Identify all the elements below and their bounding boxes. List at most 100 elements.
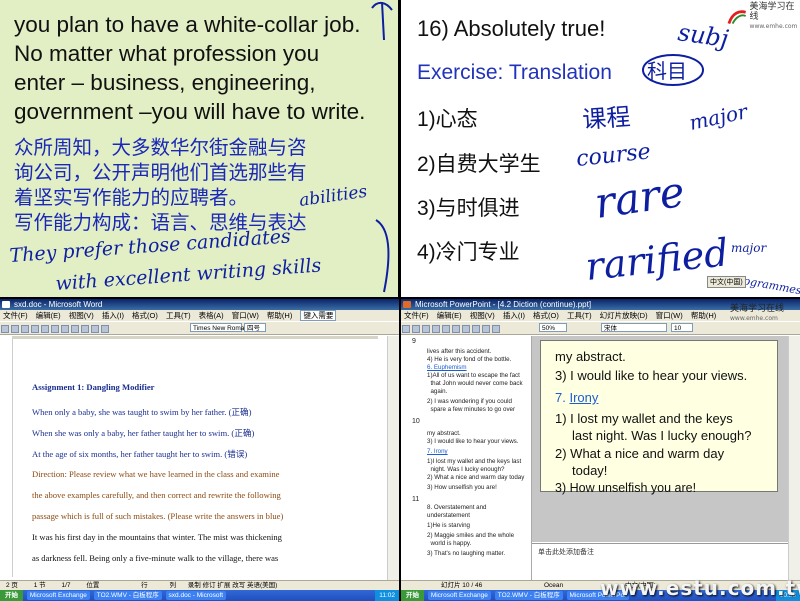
start-button[interactable]: 开始	[401, 590, 424, 601]
paste-icon[interactable]	[462, 325, 470, 333]
handwriting-text: major	[731, 241, 767, 255]
status-overwrite[interactable]: 改写	[232, 582, 245, 589]
vertical-scrollbar[interactable]	[788, 336, 800, 581]
slide-heading: 7. Irony	[555, 390, 598, 405]
irony-link[interactable]: Irony	[569, 390, 598, 405]
preview-icon[interactable]	[41, 325, 49, 333]
status-extend[interactable]: 扩展	[217, 582, 230, 589]
outline-text: 1)I lost my wallet and the keys last	[427, 458, 522, 465]
open-icon[interactable]	[412, 325, 420, 333]
status-line: 行	[141, 582, 148, 589]
status-page: 2 页	[6, 582, 18, 589]
slide-number: 9	[412, 338, 416, 345]
taskbar-button[interactable]: sxd.doc - Microsoft	[165, 590, 227, 600]
menu-view[interactable]: 视图(V)	[470, 311, 495, 320]
exercise-item: 4)冷门专业	[417, 241, 520, 264]
english-line: government –you will have to write.	[14, 99, 366, 124]
slide-text: 3) I would like to hear your views.	[555, 368, 748, 383]
doc-line: At the age of six months, her father tau…	[32, 449, 248, 459]
current-slide[interactable]: my abstract. 3) I would like to hear you…	[540, 340, 778, 495]
menu-format[interactable]: 格式(O)	[533, 311, 559, 320]
menu-window[interactable]: 窗口(W)	[232, 311, 259, 320]
taskbar-button[interactable]: Microsoft Exchange	[427, 590, 491, 600]
handwriting-text: subj	[676, 18, 731, 53]
menu-edit[interactable]: 编辑(E)	[437, 311, 462, 320]
word-window: sxd.doc - Microsoft Word 文件(F) 编辑(E) 视图(…	[0, 299, 399, 601]
spelling-icon[interactable]	[51, 325, 59, 333]
taskbar-button[interactable]: TO2.WMV - 白板程序	[494, 590, 563, 600]
emhe-logo: 美海学习在线 www.emhe.com	[727, 2, 800, 32]
menu-format[interactable]: 格式(O)	[132, 311, 158, 320]
paste-icon[interactable]	[81, 325, 89, 333]
handwriting-text: 课程	[581, 103, 631, 134]
handwriting-text: course	[575, 139, 652, 172]
menu-insert[interactable]: 插入(I)	[503, 311, 525, 320]
cut-icon[interactable]	[442, 325, 450, 333]
menu-edit[interactable]: 编辑(E)	[36, 311, 61, 320]
menu-file[interactable]: 文件(F)	[3, 311, 28, 320]
menu-table[interactable]: 表格(A)	[199, 311, 224, 320]
taskbar: 开始 Microsoft Exchange TO2.WMV - 白板程序 sxd…	[0, 590, 399, 601]
doc-line: It was his first day in the mountains th…	[32, 532, 282, 542]
english-line: you plan to have a white-collar job.	[14, 12, 361, 37]
menu-slideshow[interactable]: 幻灯片放映(D)	[600, 311, 648, 320]
word-titlebar[interactable]: sxd.doc - Microsoft Word	[0, 299, 399, 310]
new-icon[interactable]	[1, 325, 9, 333]
exercise-item: 3)与时俱进	[417, 197, 520, 220]
taskbar-button[interactable]: Microsoft Exchange	[26, 590, 90, 600]
start-button[interactable]: 开始	[0, 590, 23, 601]
redo-icon[interactable]	[101, 325, 109, 333]
taskbar-button[interactable]: TO2.WMV - 白板程序	[93, 590, 162, 600]
save-icon[interactable]	[21, 325, 29, 333]
word-toolbar: Times New Roman 四号	[0, 321, 399, 335]
font-size-select[interactable]: 四号	[244, 323, 266, 332]
doc-line: the above examples carefully, and then c…	[32, 490, 281, 500]
undo-icon[interactable]	[472, 325, 480, 333]
menu-tools[interactable]: 工具(T)	[166, 311, 191, 320]
chinese-paragraph: 众所周知，大多数华尔街金融与咨 询公司，公开声明他们首选那些有 着坚实写作能力的…	[14, 135, 384, 235]
exercise-item: 1)心态	[417, 108, 478, 131]
outline-text: 3) That's no laughing matter.	[427, 550, 506, 557]
copy-icon[interactable]	[71, 325, 79, 333]
powerpoint-window: Microsoft PowerPoint - [4.2 Diction (con…	[401, 299, 800, 601]
status-revisions[interactable]: 修订	[203, 582, 216, 589]
cut-icon[interactable]	[61, 325, 69, 333]
menu-file[interactable]: 文件(F)	[404, 311, 429, 320]
status-position: 位置	[86, 582, 100, 589]
vertical-scrollbar[interactable]	[387, 336, 399, 581]
table-icon[interactable]	[492, 325, 500, 333]
handwriting-text: with excellent writing skills	[55, 254, 322, 295]
font-name-select[interactable]: 宋体	[601, 323, 667, 332]
open-icon[interactable]	[11, 325, 19, 333]
zoom-select[interactable]: 50%	[539, 323, 567, 332]
menu-tools[interactable]: 工具(T)	[567, 311, 592, 320]
ime-indicator[interactable]: 中文(中国)	[707, 276, 746, 288]
status-record[interactable]: 录制	[188, 582, 201, 589]
outline-pane[interactable]: 9 lives after this accident. 4) He is ve…	[401, 336, 532, 581]
menu-help[interactable]: 帮助(H)	[691, 311, 716, 320]
outline-text: world is happy.	[427, 540, 472, 547]
save-icon[interactable]	[422, 325, 430, 333]
emhe-logo: 美海学习在线 www.emhe.com	[728, 304, 784, 324]
english-line: No matter what profession you	[14, 41, 320, 66]
print-icon[interactable]	[31, 325, 39, 333]
print-icon[interactable]	[432, 325, 440, 333]
menu-window[interactable]: 窗口(W)	[656, 311, 683, 320]
menu-insert[interactable]: 插入(I)	[102, 311, 124, 320]
font-name-select[interactable]: Times New Roman	[190, 323, 248, 332]
doc-line: When she was only a baby, her father tau…	[32, 428, 255, 438]
word-app-icon	[2, 301, 10, 308]
outline-text: 2) What a nice and warm day today	[427, 474, 525, 481]
outline-text: 1)All of us want to escape the fact	[427, 372, 520, 379]
doc-line: as darkness fell. Being only a five-minu…	[32, 553, 279, 563]
heading-number: 7.	[555, 390, 566, 405]
help-search-box[interactable]: 键入需要	[300, 310, 337, 321]
chart-icon[interactable]	[482, 325, 490, 333]
doc-line: Assignment 1: Dangling Modifier	[32, 382, 155, 392]
font-size-select[interactable]: 10	[671, 323, 693, 332]
undo-icon[interactable]	[91, 325, 99, 333]
menu-help[interactable]: 帮助(H)	[267, 311, 292, 320]
copy-icon[interactable]	[452, 325, 460, 333]
menu-view[interactable]: 视图(V)	[69, 311, 94, 320]
new-icon[interactable]	[402, 325, 410, 333]
